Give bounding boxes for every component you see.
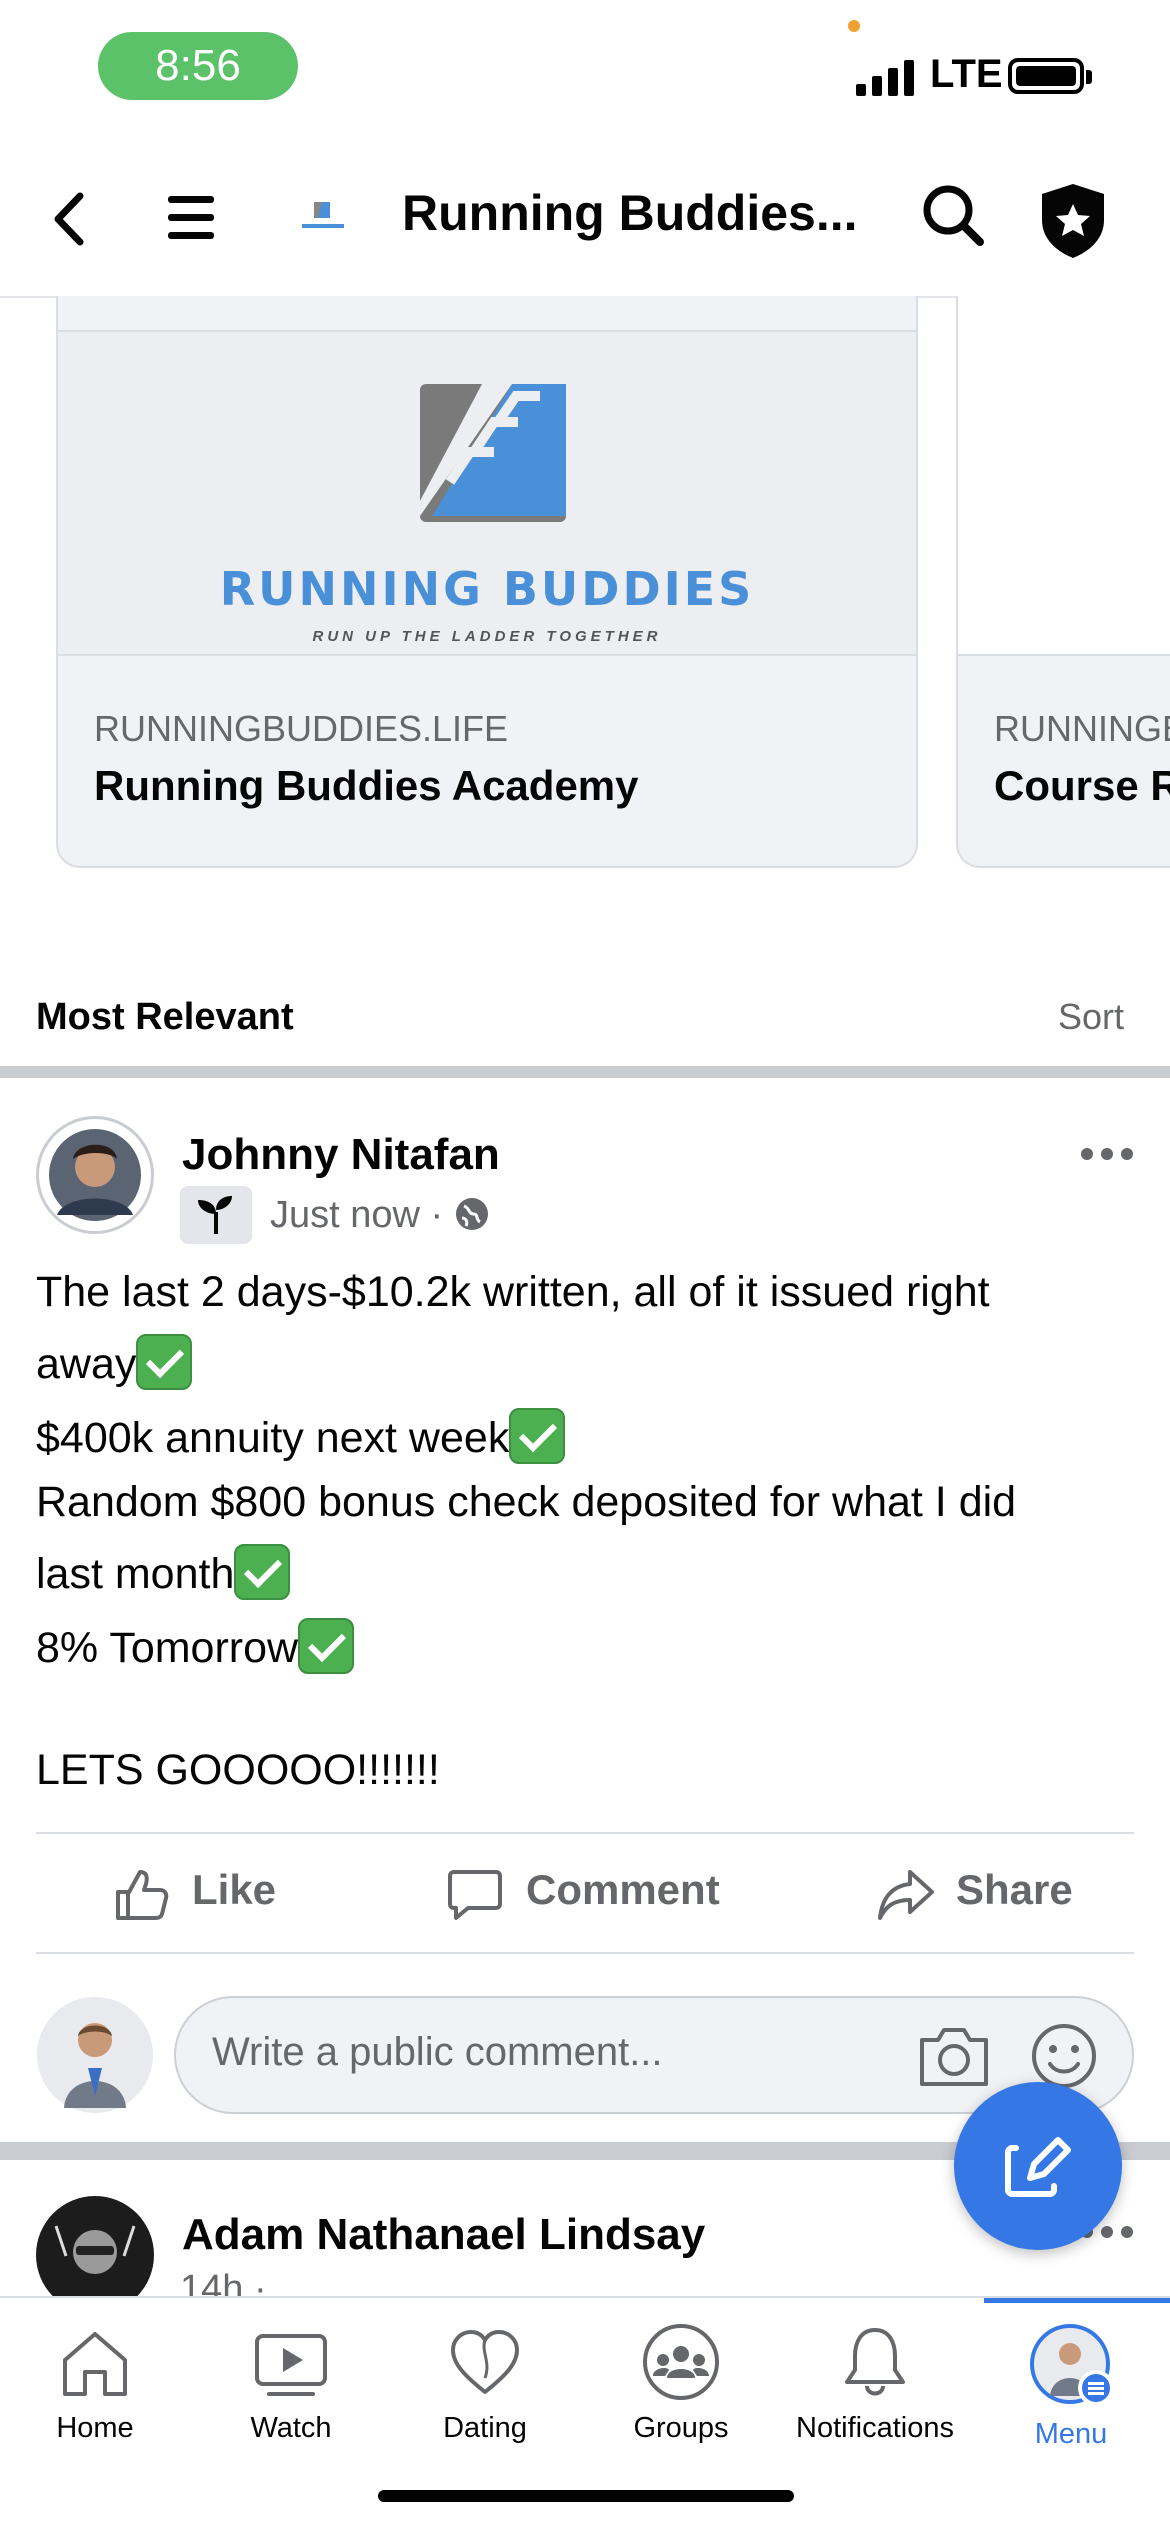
tab-label: Dating (443, 2412, 527, 2444)
new-member-badge (180, 1186, 252, 1244)
avatar-photo (37, 1997, 153, 2113)
check-mark-emoji (136, 1333, 193, 1390)
comment-button[interactable]: Comment (446, 1866, 736, 1926)
post-timestamp: Just now · (270, 1194, 490, 1237)
actions-divider (36, 1952, 1134, 1954)
share-label: Share (956, 1866, 1073, 1913)
post-text-line: 8% Tomorrow (36, 1617, 355, 1674)
post-options-button[interactable] (1080, 1118, 1134, 1176)
cellular-signal-icon (856, 58, 916, 96)
comments-filter-label: Most Relevant (36, 996, 294, 1038)
tab-notifications[interactable]: Notifications (780, 2322, 970, 2472)
logo-text: RUNNING BUDDIES (219, 562, 755, 616)
edit-pencil-icon (1005, 2137, 1071, 2197)
speech-bubble-icon (448, 1870, 502, 1920)
like-label: Like (192, 1866, 277, 1913)
link-preview-image: RUNNING BUDDIES RUN UP THE LADDER TOGETH… (58, 330, 916, 656)
post-text-line: The last 2 days-$10.2k written, all of i… (36, 1268, 990, 1316)
more-horizontal-icon (1081, 1148, 1133, 1160)
thumbs-up-icon (116, 1870, 169, 1920)
next-post-author[interactable]: Adam Nathanael Lindsay (182, 2210, 705, 2260)
current-user-avatar (36, 1996, 154, 2114)
menu-avatar-icon (1030, 2324, 1114, 2406)
check-mark-emoji (298, 1617, 355, 1674)
bell-icon (845, 2328, 905, 2396)
home-indicator (378, 2490, 794, 2502)
sprout-icon (198, 1196, 232, 1234)
chevron-left-icon (54, 192, 84, 246)
avatar-photo (36, 2196, 154, 2296)
tab-groups[interactable]: Groups (586, 2322, 776, 2472)
tab-label: Notifications (796, 2412, 954, 2444)
logo-tagline: RUN UP THE LADDER TOGETHER (312, 628, 662, 645)
search-button[interactable] (918, 180, 988, 250)
page-title: Running Buddies... (402, 185, 858, 241)
status-time: 8:56 (98, 32, 298, 100)
active-tab-indicator (984, 2298, 1170, 2303)
group-logo-icon (300, 200, 346, 234)
post-text-line: Random $800 bonus check deposited for wh… (36, 1478, 1017, 1526)
next-post-avatar[interactable] (36, 2196, 154, 2296)
comment-label: Comment (526, 1866, 720, 1913)
running-buddies-logo (412, 384, 566, 522)
link-title: Course R (994, 762, 1170, 809)
link-preview-image (958, 296, 1170, 656)
tab-label: Groups (633, 2412, 729, 2444)
hamburger-icon (168, 196, 214, 239)
battery-nub (1086, 70, 1092, 84)
link-preview-card[interactable]: RUNNING BUDDIES RUN UP THE LADDER TOGETH… (56, 296, 918, 868)
post-divider (36, 1832, 1134, 1834)
search-icon (923, 185, 984, 246)
shield-star-icon (1042, 184, 1104, 258)
check-mark-emoji (509, 1407, 566, 1464)
tab-watch[interactable]: Watch (196, 2322, 386, 2472)
link-title: Running Buddies Academy (94, 762, 639, 809)
back-button[interactable] (40, 184, 100, 254)
link-domain: RUNNINGBUDDIES.LIFE (94, 708, 509, 749)
like-button[interactable]: Like (112, 1866, 312, 1926)
post-text-line: last month (36, 1543, 291, 1600)
check-mark-emoji (234, 1543, 291, 1600)
privacy-indicator-dot (848, 20, 860, 32)
avatar-photo (49, 1129, 141, 1221)
admin-tools-button[interactable] (1036, 180, 1110, 260)
post-text-line: LETS GOOOOO!!!!!!! (36, 1746, 440, 1794)
network-type: LTE (930, 52, 1003, 96)
globe-icon (455, 1197, 488, 1230)
post-text-line: $400k annuity next week (36, 1407, 566, 1464)
author-avatar[interactable] (36, 1116, 154, 1234)
sort-button[interactable]: Sort (1058, 996, 1124, 1038)
post-time-text: Just now · (270, 1194, 454, 1236)
tab-label: Watch (250, 2412, 332, 2444)
tab-home[interactable]: Home (0, 2322, 190, 2472)
home-icon (63, 2332, 127, 2396)
groups-icon (643, 2324, 719, 2400)
section-divider (0, 1066, 1170, 1078)
post-text-line: away (36, 1333, 193, 1390)
comment-placeholder: Write a public comment... (212, 2030, 663, 2074)
camera-icon[interactable] (916, 2022, 992, 2090)
share-button[interactable]: Share (876, 1866, 1076, 1926)
compose-post-button[interactable] (954, 2082, 1122, 2250)
tab-label: Home (56, 2412, 134, 2444)
share-arrow-icon (878, 1870, 934, 1920)
watch-icon (255, 2334, 327, 2396)
tab-dating[interactable]: Dating (390, 2322, 580, 2472)
link-preview-card-next[interactable]: RUNNINGB Course R (956, 296, 1170, 868)
post-author-name[interactable]: Johnny Nitafan (182, 1130, 500, 1180)
battery-icon (1008, 58, 1084, 94)
menu-button[interactable] (164, 190, 220, 246)
link-domain: RUNNINGB (994, 708, 1170, 749)
dating-icon (451, 2330, 519, 2394)
tab-menu[interactable]: Menu (976, 2322, 1166, 2472)
tab-label: Menu (1034, 2418, 1108, 2450)
